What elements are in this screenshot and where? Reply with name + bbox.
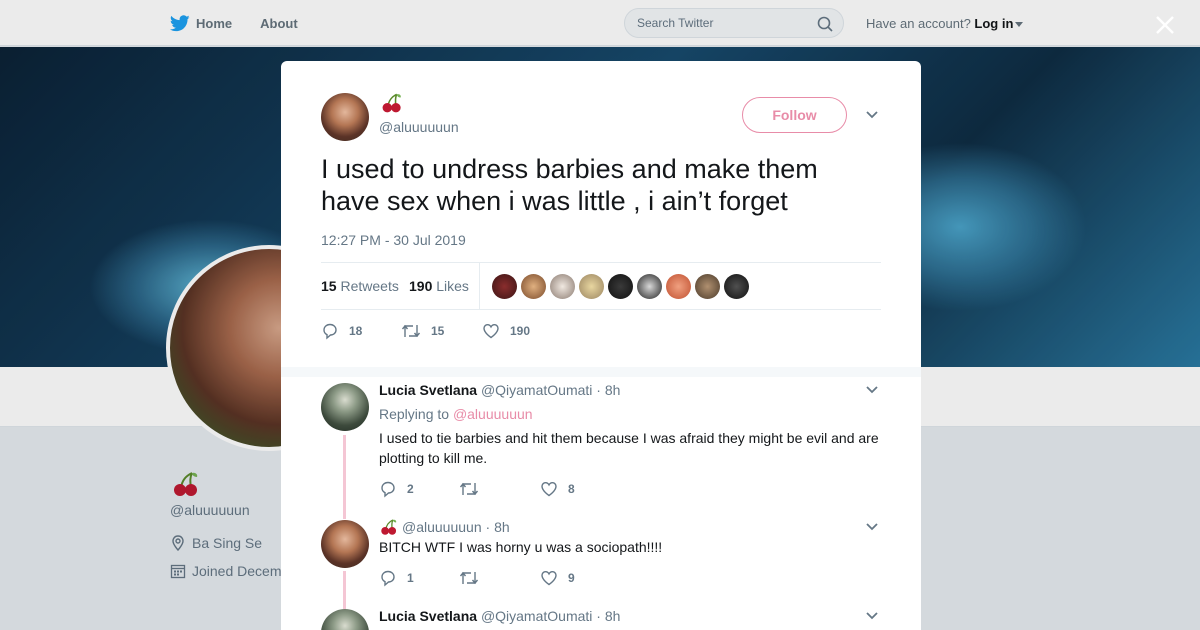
likes-stat[interactable]: 190 Likes: [409, 278, 469, 294]
liker-avatar[interactable]: [724, 274, 749, 299]
retweet-icon: [401, 324, 421, 338]
reply-time[interactable]: · 8h: [486, 519, 510, 535]
reply-action[interactable]: 18: [321, 322, 362, 340]
reply-avatar[interactable]: [321, 520, 369, 568]
author-avatar[interactable]: [321, 93, 369, 141]
like-action[interactable]: 8: [540, 480, 575, 498]
liker-avatar[interactable]: [695, 274, 720, 299]
like-action[interactable]: 9: [540, 569, 575, 587]
likes-count: 190: [409, 278, 433, 294]
cherry-emoji-icon: [381, 519, 397, 535]
reply-icon: [323, 323, 337, 340]
reply-action[interactable]: 2: [379, 480, 414, 498]
tweet-text: I used to undress barbies and make them …: [321, 154, 818, 216]
reply-author-name[interactable]: Lucia Svetlana: [379, 382, 477, 398]
replying-to-handle[interactable]: @aluuuuuun: [453, 406, 533, 422]
author-handle[interactable]: @aluuuuuun: [379, 119, 459, 135]
reply-time[interactable]: · 8h: [596, 608, 620, 624]
replying-to: Replying to @aluuuuuun: [379, 406, 533, 422]
thread-line: [343, 435, 346, 519]
chevron-down-icon[interactable]: [865, 522, 879, 532]
stats-divider: [479, 263, 480, 309]
retweets-stat[interactable]: 15 Retweets: [321, 278, 399, 294]
liker-avatar[interactable]: [521, 274, 546, 299]
heart-icon: [483, 323, 499, 339]
conversation-separator: [281, 367, 921, 377]
reply-count: 18: [349, 324, 363, 338]
heart-icon: [541, 481, 557, 497]
tweet-modal: @aluuuuuun Follow I used to undress barb…: [281, 61, 921, 630]
retweets-count: 15: [321, 278, 337, 294]
follow-button[interactable]: Follow: [742, 97, 847, 133]
reply-text: BITCH WTF I was horny u was a sociopath!…: [379, 539, 663, 555]
liker-avatar[interactable]: [608, 274, 633, 299]
tweet-timestamp[interactable]: 12:27 PM - 30 Jul 2019: [321, 232, 466, 248]
replying-prefix: Replying to: [379, 406, 450, 422]
reply-text: I used to tie barbies and hit them becau…: [379, 430, 879, 466]
retweet-icon: [459, 482, 479, 496]
liker-avatar[interactable]: [637, 274, 662, 299]
reply-author-name[interactable]: Lucia Svetlana: [379, 608, 477, 624]
retweet-count: 15: [431, 324, 445, 338]
reply-icon: [381, 481, 395, 498]
liker-avatar[interactable]: [492, 274, 517, 299]
reply-header: @aluuuuuun · 8h: [402, 519, 510, 535]
chevron-down-icon[interactable]: [865, 385, 879, 395]
reply-count: 2: [407, 482, 414, 496]
reply-count: 1: [407, 571, 414, 585]
heart-icon: [541, 570, 557, 586]
reply-author-handle[interactable]: @aluuuuuun: [402, 519, 482, 535]
reply-avatar[interactable]: [321, 383, 369, 431]
retweet-icon: [459, 571, 479, 585]
close-icon[interactable]: [1152, 12, 1178, 38]
like-count: 9: [568, 571, 575, 585]
reply-time[interactable]: · 8h: [596, 382, 620, 398]
like-count: 190: [510, 324, 531, 338]
cherry-emoji-icon: [382, 93, 401, 113]
reply-avatar[interactable]: [321, 609, 369, 630]
retweet-action[interactable]: 15: [401, 322, 444, 340]
retweet-action[interactable]: [459, 569, 489, 587]
chevron-down-icon[interactable]: [865, 110, 879, 120]
reply-icon: [381, 570, 395, 587]
reply-author-handle[interactable]: @QiyamatOumati: [481, 608, 592, 624]
like-action[interactable]: 190: [482, 322, 530, 340]
retweet-action[interactable]: [459, 480, 489, 498]
tweet-stats: 15 Retweets 190 Likes: [321, 262, 881, 310]
reply-header: Lucia Svetlana @QiyamatOumati · 8h: [379, 382, 620, 398]
liker-avatar[interactable]: [550, 274, 575, 299]
reply-header: Lucia Svetlana @QiyamatOumati · 8h: [379, 608, 620, 624]
liker-avatar[interactable]: [666, 274, 691, 299]
retweets-label: Retweets: [340, 278, 399, 294]
like-count: 8: [568, 482, 575, 496]
reply-author-handle[interactable]: @QiyamatOumati: [481, 382, 592, 398]
chevron-down-icon[interactable]: [865, 611, 879, 621]
thread-line: [343, 571, 346, 609]
reply-action[interactable]: 1: [379, 569, 414, 587]
liker-avatar[interactable]: [579, 274, 604, 299]
likes-label: Likes: [436, 278, 469, 294]
